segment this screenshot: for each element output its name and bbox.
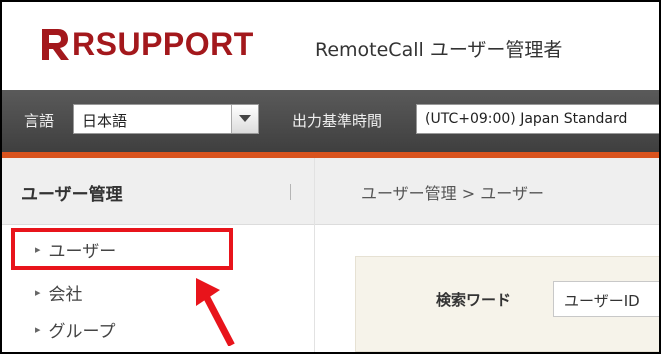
annotation-highlight-box [11,228,233,270]
language-label: 言語 [24,112,55,130]
sidebar-collapse-handle[interactable] [290,184,291,200]
timezone-select-value: (UTC+09:00) Japan Standard [425,111,628,127]
search-type-value: ユーザーID [564,292,640,310]
breadcrumb: ユーザー管理 > ユーザー [361,184,544,203]
rsupport-logo[interactable]: RSUPPORT [40,24,254,64]
settings-bar: 言語 日本語 出力基準時間 (UTC+09:00) Japan Standard [2,90,659,152]
logo-text: RSUPPORT [72,26,254,62]
timezone-select[interactable]: (UTC+09:00) Japan Standard [416,104,659,134]
language-select[interactable]: 日本語 [73,104,259,134]
search-keyword-label: 検索ワード [436,291,512,309]
sidebar-item-label: グループ [48,322,116,342]
sidebar-item-company[interactable]: ▸ 会社 [35,280,83,305]
dropdown-arrow-icon [239,115,251,122]
chevron-right-icon: ▸ [35,323,41,336]
chevron-right-icon: ▸ [35,286,41,299]
app-header: RSUPPORT RemoteCall ユーザー管理者 [2,2,659,90]
screenshot-frame: RSUPPORT RemoteCall ユーザー管理者 言語 日本語 出力基準時… [0,0,661,354]
sidebar-header: ユーザー管理 [2,158,314,225]
breadcrumb-bar: ユーザー管理 > ユーザー [315,158,659,225]
sidebar-title: ユーザー管理 [21,185,123,205]
search-type-select[interactable]: ユーザーID [553,281,659,317]
language-select-value: 日本語 [82,112,128,130]
main-content: ユーザー管理 > ユーザー 検索ワード ユーザーID [314,158,659,352]
annotation-arrow-icon [196,278,235,346]
search-panel: 検索ワード ユーザーID [355,256,659,352]
sidebar-item-groups[interactable]: ▸ グループ [35,317,116,342]
app-title: RemoteCall ユーザー管理者 [315,39,563,61]
logo-r-mark-icon [42,29,69,60]
sidebar-item-label: 会社 [48,285,83,305]
timezone-label: 出力基準時間 [292,112,383,130]
language-dropdown-button[interactable] [231,105,258,133]
